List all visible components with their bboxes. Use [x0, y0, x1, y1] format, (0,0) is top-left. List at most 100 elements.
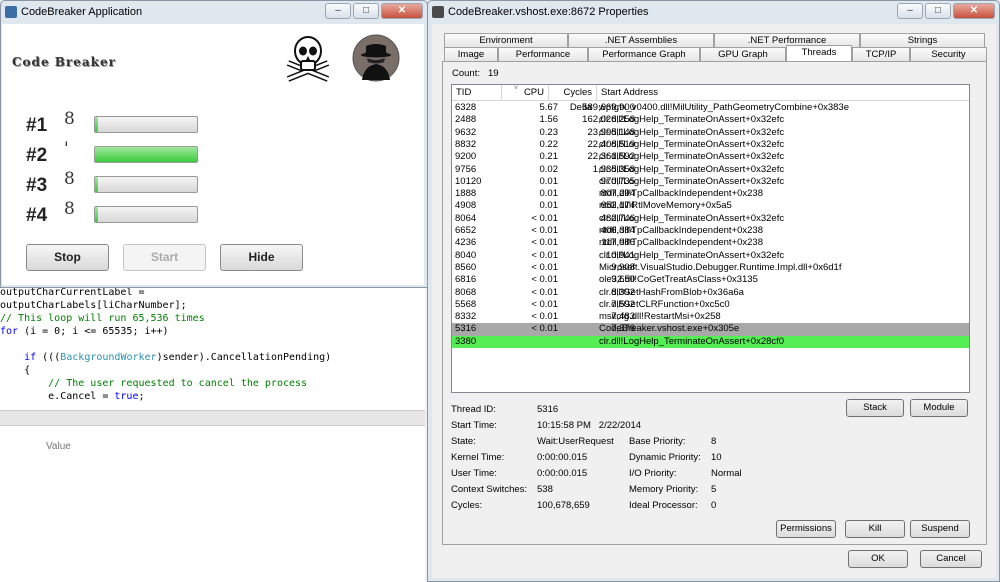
minimize-button[interactable]: –: [897, 3, 923, 19]
suspend-button[interactable]: Suspend: [910, 520, 970, 538]
thread-row[interactable]: 9632 0.23 23,995,148 clr.dll!LogHelp_Termin…: [452, 127, 969, 139]
cancel-button[interactable]: Cancel: [920, 550, 982, 568]
threads-list[interactable]: TID CPU Cycles Delta Start Address ˅ 632…: [451, 84, 970, 393]
tid-cell: 8832: [455, 138, 477, 150]
close-button[interactable]: ✕: [381, 3, 423, 19]
column-start-address[interactable]: Start Address: [597, 85, 969, 101]
tid-cell: 4236: [455, 237, 477, 249]
tab-strings[interactable]: Strings: [860, 33, 985, 47]
code-line: if (((BackgroundWorker)sender).Cancellat…: [0, 351, 425, 364]
code-token: for: [0, 326, 19, 337]
thread-row[interactable]: 2488 1.56 162,026,258 clr.dll!LogHelp_Termi…: [452, 114, 969, 126]
current-char: 8: [64, 169, 75, 189]
tab-security[interactable]: Security: [910, 47, 987, 61]
thread-row[interactable]: 8560 < 0.01 9,908 Microsoft.VisualStudio.De…: [452, 262, 969, 274]
thread-row[interactable]: 9200 0.21 22,361,592 clr.dll!LogHelp_Termin…: [452, 151, 969, 163]
kill-button[interactable]: Kill: [845, 520, 905, 538]
column-tid[interactable]: TID: [452, 85, 502, 101]
tab-performance[interactable]: Performance: [498, 47, 588, 61]
thread-row[interactable]: 8040 < 0.01 10,941 clr.dll!LogHelp_Terminat…: [452, 250, 969, 262]
current-char: 8: [64, 199, 75, 219]
start-address-cell: Microsoft.VisualStudio.Debugger.Runtime.…: [599, 261, 842, 273]
start-address-cell: clr.dll!GetHashFromBlob+0x36a6a: [599, 286, 744, 298]
start-address-cell: ntdll.dll!TpCallbackIndependent+0x238: [599, 188, 763, 200]
maximize-button[interactable]: □: [353, 3, 379, 19]
close-button[interactable]: ✕: [953, 3, 995, 19]
code-token: // The user requested to cancel the proc…: [0, 378, 308, 389]
context-switches-label: Context Switches:: [451, 484, 528, 495]
stack-button[interactable]: Stack: [846, 399, 904, 417]
progress-bar: [94, 206, 198, 223]
code-token: e.Cancel =: [0, 391, 115, 402]
thread-id-value: 5316: [537, 404, 559, 415]
ok-button[interactable]: OK: [848, 550, 908, 568]
stop-button[interactable]: Stop: [26, 244, 109, 271]
thread-row[interactable]: 6652 < 0.01 406,384 ntdll.dll!TpCallbackInd…: [452, 225, 969, 237]
thread-row[interactable]: 4908 0.01 652,174 ntdll.dll!RtlMoveMemory+0…: [452, 200, 969, 212]
start-address-cell: clr.dll!LogHelp_TerminateOnAssert+0x32ef…: [599, 249, 785, 261]
memory-priority-value: 5: [711, 484, 717, 495]
count-value: 19: [488, 68, 499, 79]
start-address-cell: ntdll.dll!TpCallbackIndependent+0x238: [599, 237, 763, 249]
cycles-value: 100,678,659: [537, 500, 590, 511]
tab-gpu-graph[interactable]: GPU Graph: [700, 47, 786, 61]
io-priority-value: Normal: [711, 468, 742, 479]
app-icon: [5, 6, 17, 18]
start-address-cell: clr.dll!LogHelp_TerminateOnAssert+0x28cf…: [599, 335, 785, 347]
start-address-cell: clr.dll!LogHelp_TerminateOnAssert+0x32ef…: [599, 138, 785, 150]
tid-cell: 9200: [455, 151, 477, 163]
current-char: 8: [64, 109, 75, 129]
editor-splitter[interactable]: [0, 410, 425, 426]
sort-arrow-icon: ˅: [514, 85, 519, 92]
ideal-processor-label: Ideal Processor:: [629, 500, 698, 511]
tab-threads[interactable]: Threads: [786, 45, 852, 61]
state-value: Wait:UserRequest: [537, 436, 614, 447]
thread-row[interactable]: 6328 5.67 589,669,900 wpfgfx_v0400.dll!MilU…: [452, 102, 969, 114]
maximize-button[interactable]: □: [925, 3, 951, 19]
thread-row[interactable]: 6816 < 0.01 9,650 ole32.dll!CoGetTreatAsCla…: [452, 274, 969, 286]
hide-button[interactable]: Hide: [220, 244, 303, 271]
thread-row[interactable]: 10120 0.01 970,735 clr.dll!LogHelp_Terminat…: [452, 176, 969, 188]
code-token: // This loop will run 65,536 times: [0, 313, 205, 324]
tid-cell: 8068: [455, 286, 477, 298]
permissions-button[interactable]: Permissions: [776, 520, 836, 538]
column-cpu[interactable]: CPU: [502, 85, 549, 101]
code-token: true: [114, 391, 139, 402]
thread-row[interactable]: 8832 0.22 22,408,519 clr.dll!LogHelp_Termin…: [452, 139, 969, 151]
tab-performance-graph[interactable]: Performance Graph: [588, 47, 700, 61]
code-line: e.Cancel = true;: [0, 390, 425, 403]
thread-row[interactable]: 1888 0.01 807,294 ntdll.dll!TpCallbackIndep…: [452, 188, 969, 200]
minimize-button[interactable]: –: [325, 3, 351, 19]
thread-row[interactable]: 8068 < 0.01 8,392 clr.dll!GetHashFromBlob+0…: [452, 287, 969, 299]
thread-row[interactable]: 8332 < 0.01 7,483 msitcfg.dll!RestartMsi+0x…: [452, 311, 969, 323]
tid-cell: 3380: [455, 335, 477, 347]
tab--net-assemblies[interactable]: .NET Assemblies: [568, 33, 714, 47]
thread-row[interactable]: 5316 < 0.01 7,376 CodeBreaker.vshost.exe+0x…: [452, 323, 969, 336]
progress-fill: [95, 207, 99, 222]
code-token: {: [0, 365, 31, 376]
tab-environment[interactable]: Environment: [444, 33, 568, 47]
start-address-cell: clr.dll!LogHelp_TerminateOnAssert+0x32ef…: [599, 212, 785, 224]
start-time-value: 10:15:58 PM 2/22/2014: [537, 420, 642, 431]
progress-bar: [94, 176, 198, 193]
thread-row[interactable]: 8064 < 0.01 482,746 clr.dll!LogHelp_Termina…: [452, 213, 969, 225]
code-text[interactable]: outputCharCurrentLabel = outputCharLabels…: [0, 286, 425, 411]
thread-row[interactable]: 9756 0.02 1,935,358 clr.dll!LogHelp_Termina…: [452, 164, 969, 176]
tab-image[interactable]: Image: [444, 47, 498, 61]
thread-row[interactable]: 3380 clr.dll!LogHelp_TerminateOnAssert+0x…: [452, 335, 969, 348]
thread-row[interactable]: 5568 < 0.01 7,592 clr.dll!GetCLRFunction+0x…: [452, 299, 969, 311]
column-cycles-delta[interactable]: Cycles Delta: [549, 85, 597, 113]
row-label: #2: [26, 145, 48, 166]
module-button[interactable]: Module: [910, 399, 968, 417]
start-button[interactable]: Start: [123, 244, 206, 271]
start-address-cell: clr.dll!GetCLRFunction+0xc5c0: [599, 298, 730, 310]
memory-priority-label: Memory Priority:: [629, 484, 699, 495]
progress-fill: [95, 177, 99, 192]
tab-tcp-ip[interactable]: TCP/IP: [852, 47, 910, 61]
code-token: (((: [36, 352, 61, 363]
start-address-cell: clr.dll!LogHelp_TerminateOnAssert+0x32ef…: [599, 163, 785, 175]
tid-cell: 5316: [455, 323, 477, 335]
thread-row[interactable]: 4236 < 0.01 117,986 ntdll.dll!TpCallbackInd…: [452, 237, 969, 249]
